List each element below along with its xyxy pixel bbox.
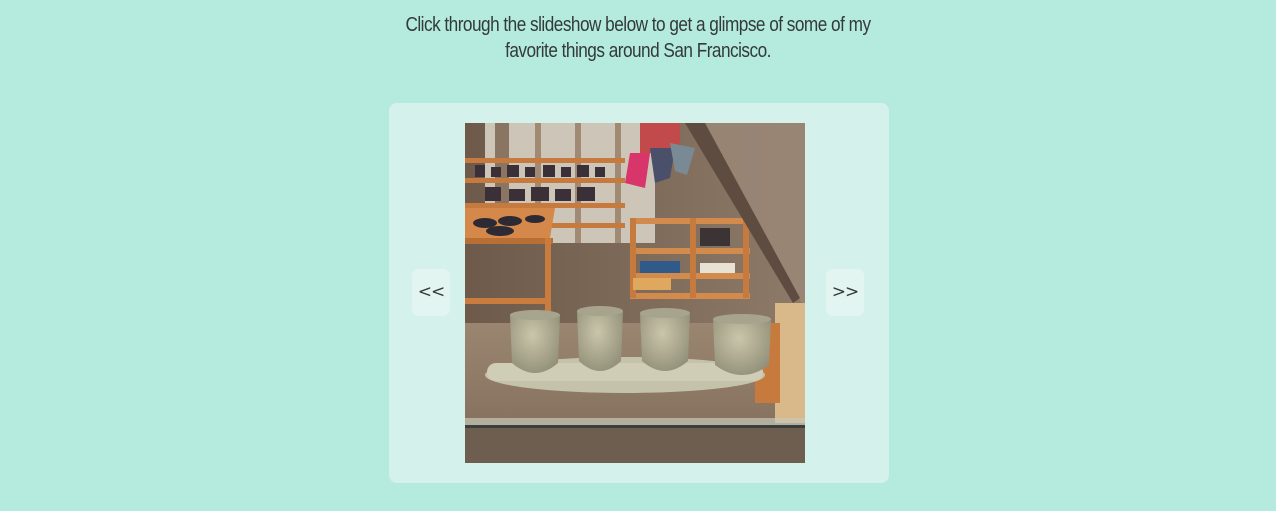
page: Click through the slideshow below to get…: [0, 0, 1276, 511]
intro-text: Click through the slideshow below to get…: [405, 14, 871, 62]
prev-slide-button[interactable]: <<: [412, 269, 450, 316]
next-slide-button[interactable]: >>: [826, 269, 864, 316]
slide-image: [465, 123, 805, 463]
slideshow: << >>: [389, 103, 889, 483]
